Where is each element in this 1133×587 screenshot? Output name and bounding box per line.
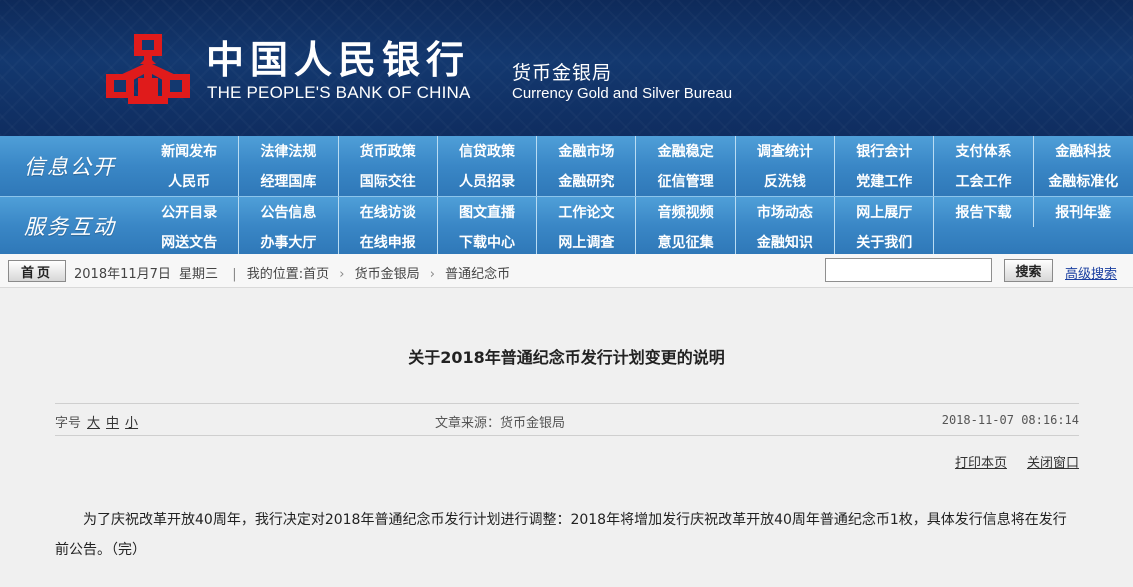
- nav-item-payment-system[interactable]: 支付体系: [934, 136, 1034, 166]
- nav-item-report-download[interactable]: 报告下载: [934, 197, 1034, 227]
- print-page-link[interactable]: 打印本页: [955, 456, 1007, 471]
- nav-item-research[interactable]: 金融研究: [537, 166, 637, 196]
- search-button[interactable]: 搜索: [1004, 259, 1053, 282]
- nav-item-financial-market[interactable]: 金融市场: [537, 136, 637, 166]
- nav-row-1: 新闻发布 法律法规 货币政策 信贷政策 金融市场 金融稳定 调查统计 银行会计 …: [140, 136, 1133, 166]
- breadcrumb: 2018年11月7日 星期三 | 我的位置:首页 › 货币金银局 › 普通纪念币: [74, 263, 510, 282]
- nav-item-online-exhibition[interactable]: 网上展厅: [835, 197, 935, 227]
- nav-item-laws[interactable]: 法律法规: [239, 136, 339, 166]
- divider: |: [232, 267, 237, 282]
- nav-section-label-info: 信息公开: [24, 155, 116, 179]
- nav-item-download-center[interactable]: 下载中心: [438, 227, 538, 257]
- nav-item-online-interview[interactable]: 在线访谈: [339, 197, 438, 227]
- breadcrumb-bar: 首页 2018年11月7日 星期三 | 我的位置:首页 › 货币金银局 › 普通…: [0, 254, 1133, 288]
- nav-item-yearbook[interactable]: 报刊年鉴: [1034, 197, 1133, 227]
- search-input[interactable]: [825, 258, 992, 282]
- current-weekday: 星期三: [179, 267, 219, 282]
- nav-item-international[interactable]: 国际交往: [339, 166, 438, 196]
- breadcrumb-bureau-link[interactable]: 货币金银局: [355, 267, 420, 282]
- nav-item-treasury[interactable]: 经理国库: [239, 166, 339, 196]
- font-large-link[interactable]: 大: [87, 416, 100, 431]
- nav-section-label-service: 服务互动: [24, 214, 116, 239]
- advanced-search-link[interactable]: 高级搜索: [1065, 263, 1117, 282]
- font-medium-link[interactable]: 中: [106, 416, 119, 431]
- nav-empty-slot: [1034, 227, 1133, 257]
- nav-item-financial-knowledge[interactable]: 金融知识: [736, 227, 836, 257]
- nav-item-rmb[interactable]: 人民币: [140, 166, 240, 196]
- nav-service-interaction: 服务互动 公开目录 公告信息 在线访谈 图文直播 工作论文 音频视频 市场动态 …: [0, 196, 1133, 257]
- chevron-right-icon: ›: [429, 267, 435, 282]
- bureau-name-cn: 货币金银局: [512, 62, 613, 84]
- nav-item-announcements[interactable]: 公告信息: [239, 197, 339, 227]
- bank-name-cn: 中国人民银行: [206, 37, 471, 82]
- nav-row-3: 公开目录 公告信息 在线访谈 图文直播 工作论文 音频视频 市场动态 网上展厅 …: [140, 197, 1133, 227]
- close-window-link[interactable]: 关闭窗口: [1027, 456, 1079, 471]
- bureau-name-en: Currency Gold and Silver Bureau: [512, 85, 733, 102]
- nav-item-about-us[interactable]: 关于我们: [835, 227, 935, 257]
- site-header: 中国人民银行 THE PEOPLE'S BANK OF CHINA 货币金银局 …: [0, 0, 1133, 136]
- nav-item-live-broadcast[interactable]: 图文直播: [438, 197, 538, 227]
- nav-item-audio-video[interactable]: 音频视频: [636, 197, 736, 227]
- nav-row-4: 网送文告 办事大厅 在线申报 下载中心 网上调查 意见征集 金融知识 关于我们: [140, 227, 1133, 257]
- breadcrumb-home-link[interactable]: 首页: [303, 267, 329, 282]
- nav-item-standardization[interactable]: 金融标准化: [1034, 166, 1133, 196]
- nav-item-documents[interactable]: 网送文告: [140, 227, 240, 257]
- pboc-logo-icon[interactable]: [104, 30, 192, 110]
- nav-item-online-survey[interactable]: 网上调查: [537, 227, 637, 257]
- nav-item-anti-money-laundering[interactable]: 反洗钱: [736, 166, 836, 196]
- article-tools: 打印本页 关闭窗口: [935, 452, 1079, 471]
- article-body: 为了庆祝改革开放40周年，我行决定对2018年普通纪念币发行计划进行调整：201…: [55, 512, 1067, 558]
- article-source: 文章来源：货币金银局: [435, 416, 566, 431]
- nav-item-public-catalog[interactable]: 公开目录: [140, 197, 240, 227]
- nav-info-disclosure: 信息公开 新闻发布 法律法规 货币政策 信贷政策 金融市场 金融稳定 调查统计 …: [0, 136, 1133, 196]
- nav-row-2: 人民币 经理国库 国际交往 人员招录 金融研究 征信管理 反洗钱 党建工作 工会…: [140, 166, 1133, 196]
- nav-item-credit-policy[interactable]: 信贷政策: [438, 136, 538, 166]
- nav-item-fintech[interactable]: 金融科技: [1034, 136, 1133, 166]
- nav-item-union[interactable]: 工会工作: [934, 166, 1034, 196]
- nav-empty-slot: [934, 227, 1033, 257]
- font-small-link[interactable]: 小: [125, 416, 138, 431]
- nav-item-monetary-policy[interactable]: 货币政策: [339, 136, 438, 166]
- nav-item-online-filing[interactable]: 在线申报: [339, 227, 438, 257]
- breadcrumb-current-link[interactable]: 普通纪念币: [445, 267, 510, 282]
- article-datetime: 2018-11-07 08:16:14: [941, 413, 1079, 427]
- font-size-control: 字号大中小: [55, 412, 138, 431]
- nav-item-bank-accounting[interactable]: 银行会计: [835, 136, 935, 166]
- font-size-label: 字号: [55, 416, 82, 431]
- chevron-right-icon: ›: [339, 267, 345, 282]
- nav-item-opinion-collection[interactable]: 意见征集: [636, 227, 736, 257]
- current-date: 2018年11月7日: [74, 267, 171, 282]
- location-label: 我的位置:: [246, 267, 304, 282]
- bank-name-en: THE PEOPLE'S BANK OF CHINA: [207, 83, 471, 102]
- nav-item-recruitment[interactable]: 人员招录: [438, 166, 538, 196]
- nav-item-working-papers[interactable]: 工作论文: [537, 197, 637, 227]
- article-meta-bar: 字号大中小 文章来源：货币金银局 2018-11-07 08:16:14: [55, 403, 1079, 436]
- nav-item-credit-reference[interactable]: 征信管理: [636, 166, 736, 196]
- nav-item-party-building[interactable]: 党建工作: [835, 166, 935, 196]
- article-title: 关于2018年普通纪念币发行计划变更的说明: [408, 348, 725, 367]
- nav-item-service-hall[interactable]: 办事大厅: [239, 227, 339, 257]
- nav-item-statistics[interactable]: 调查统计: [736, 136, 836, 166]
- home-button[interactable]: 首页: [8, 260, 66, 282]
- nav-item-financial-stability[interactable]: 金融稳定: [636, 136, 736, 166]
- nav-item-news[interactable]: 新闻发布: [140, 136, 240, 166]
- nav-item-market-news[interactable]: 市场动态: [736, 197, 836, 227]
